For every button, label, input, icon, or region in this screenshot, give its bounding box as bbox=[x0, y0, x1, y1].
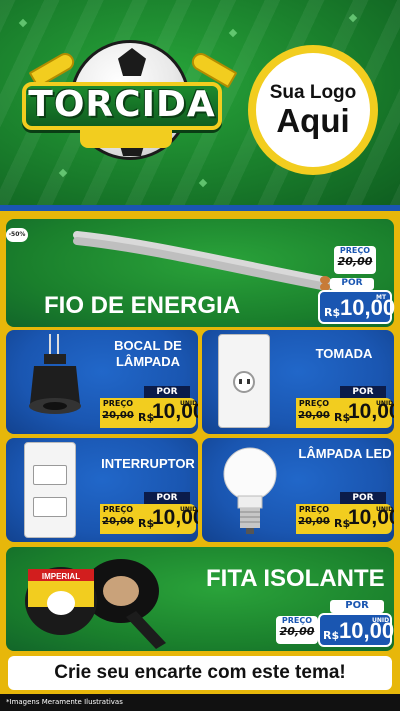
hero-title: FIO DE ENERGIA bbox=[44, 292, 241, 319]
hero-currency: R$ bbox=[324, 306, 341, 319]
hero-price-box: R$ 10,00 MT bbox=[318, 290, 396, 324]
lamp-socket-icon bbox=[29, 334, 81, 414]
cta-banner[interactable]: Crie seu encarte com este tema! bbox=[8, 656, 392, 690]
hero-old-price: 20,00 bbox=[337, 255, 373, 268]
tape-brand-label: IMPERIAL bbox=[42, 572, 80, 581]
price-label: PREÇO bbox=[298, 399, 330, 408]
old-price: 20,00 bbox=[102, 410, 134, 421]
switch-icon bbox=[24, 442, 76, 538]
logo-line-2: Aqui bbox=[276, 102, 350, 139]
discount-badge: -50% bbox=[6, 228, 28, 242]
confetti bbox=[58, 168, 68, 178]
tape-title: FITA ISOLANTE bbox=[206, 565, 385, 592]
logo-line-1: Sua Logo bbox=[269, 82, 357, 103]
confetti bbox=[198, 178, 208, 188]
tape-por-label: POR bbox=[330, 600, 384, 613]
product-title: INTERRUPTOR bbox=[101, 456, 195, 471]
price-tag: PREÇO 20,00 POR R$ 10,00 UNID bbox=[296, 386, 394, 428]
unit-label: UNID bbox=[180, 506, 198, 513]
hero-price-value: 10,00 bbox=[340, 295, 396, 320]
divider-yellow bbox=[0, 211, 400, 217]
hero-price-label: PREÇO bbox=[339, 246, 371, 255]
price-tag: PREÇO 20,00 POR R$ 10,00 UNID bbox=[296, 492, 394, 534]
tape-price-box: R$ 10,00 UNID bbox=[318, 613, 394, 647]
product-title: BOCAL DE LÂMPADA bbox=[114, 338, 182, 369]
hero-old-price-box: PREÇO 20,00 bbox=[334, 246, 376, 274]
unit-label: UNID bbox=[376, 400, 394, 407]
disclaimer-text: *Imagens Meramente Ilustrativas bbox=[0, 694, 400, 711]
price-label: PREÇO bbox=[102, 399, 134, 408]
price-tag: PREÇO 20,00 POR R$ 10,00 UNID bbox=[100, 492, 198, 534]
price-label: PREÇO bbox=[102, 505, 134, 514]
tape-roll-icon: IMPERIAL bbox=[25, 559, 166, 649]
tape-old-price-box: PREÇO 20,00 bbox=[276, 616, 318, 644]
product-title: LÂMPADA LED bbox=[298, 446, 392, 461]
product-card-lampada[interactable]: LÂMPADA LED PREÇO 20,00 POR R$ 10,00 UNI… bbox=[202, 438, 394, 542]
product-card-interruptor[interactable]: INTERRUPTOR PREÇO 20,00 POR R$ 10,00 UNI… bbox=[6, 438, 198, 542]
tape-unit: UNID bbox=[372, 617, 390, 624]
hero-por-label: POR bbox=[330, 278, 374, 290]
old-price: 20,00 bbox=[298, 410, 330, 421]
confetti bbox=[348, 13, 358, 23]
logo-placeholder[interactable]: Sua Logo Aqui bbox=[248, 45, 378, 175]
product-title: TOMADA bbox=[315, 346, 373, 361]
led-bulb-icon bbox=[223, 447, 277, 534]
confetti bbox=[228, 28, 238, 38]
wire-icon bbox=[73, 231, 331, 291]
unit-label: UNID bbox=[180, 400, 198, 407]
header-banner: TORCIDA Sua Logo Aqui bbox=[0, 0, 400, 205]
price-tag: PREÇO 20,00 POR R$ 10,00 UNID bbox=[100, 386, 198, 428]
tape-price-label: PREÇO bbox=[281, 616, 313, 625]
tape-old-price: 20,00 bbox=[279, 625, 315, 638]
outlet-icon bbox=[218, 334, 270, 428]
price-label: PREÇO bbox=[298, 505, 330, 514]
old-price: 20,00 bbox=[102, 516, 134, 527]
brand-title: TORCIDA bbox=[28, 84, 216, 125]
tape-currency: R$ bbox=[323, 629, 340, 642]
confetti bbox=[18, 18, 28, 28]
unit-label: UNID bbox=[376, 506, 394, 513]
old-price: 20,00 bbox=[298, 516, 330, 527]
product-card-tomada[interactable]: TOMADA PREÇO 20,00 POR R$ 10,00 UNID bbox=[202, 330, 394, 434]
hero-unit: MT bbox=[376, 294, 387, 301]
brand-ribbon bbox=[80, 130, 172, 148]
product-card-bocal[interactable]: BOCAL DE LÂMPADA PREÇO 20,00 POR R$ 10,0… bbox=[6, 330, 198, 434]
